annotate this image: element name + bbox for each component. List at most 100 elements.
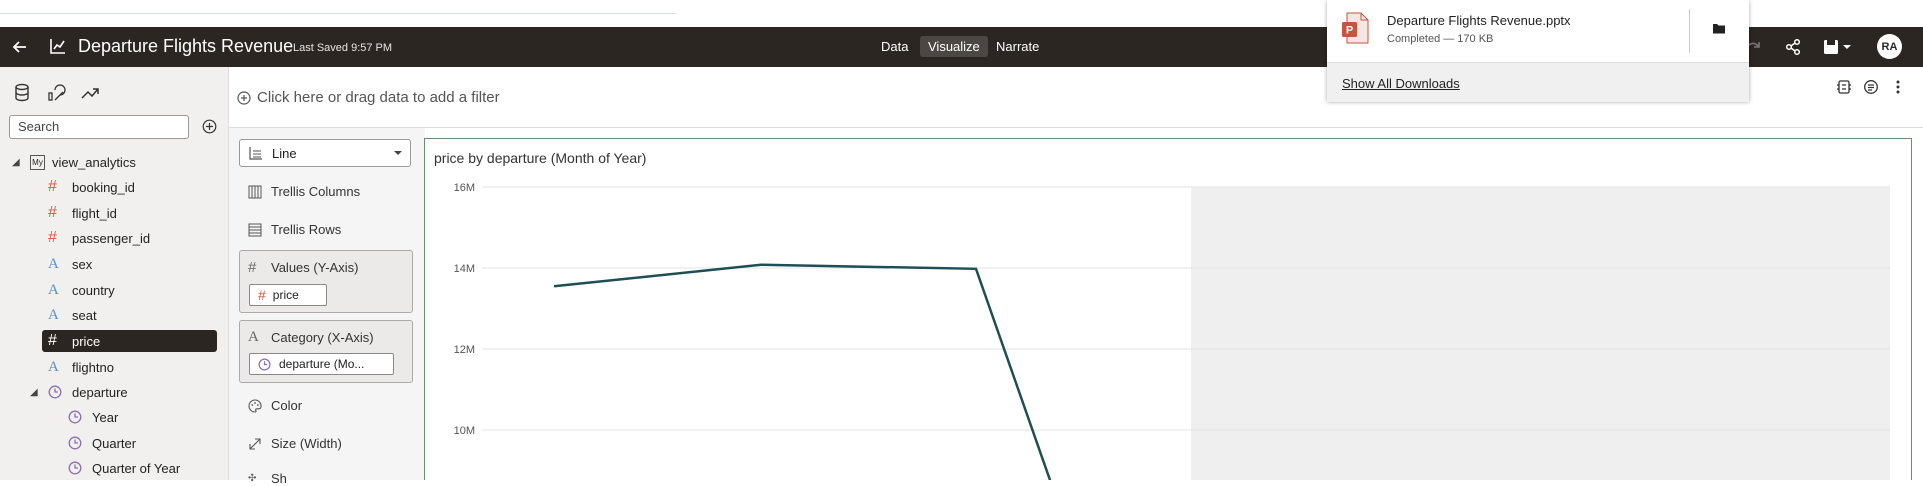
- clock-icon: [68, 461, 92, 475]
- pill-label: departure (Mo...: [279, 357, 365, 371]
- color-row[interactable]: Color: [248, 398, 302, 413]
- data-actions-icon[interactable]: [1836, 79, 1852, 95]
- y-tick-label: 12M: [454, 344, 475, 356]
- powerpoint-file-icon: P: [1342, 12, 1369, 44]
- y-tick-label: 14M: [454, 263, 475, 275]
- dataset-icon: My: [30, 154, 45, 170]
- clock-icon: [48, 385, 72, 399]
- departure-quarter[interactable]: Quarter: [68, 432, 136, 454]
- column-label: Quarter of Year: [92, 460, 181, 476]
- column-label: departure: [72, 384, 128, 400]
- attribute-icon: A: [248, 329, 259, 345]
- save-menu-icon[interactable]: [1821, 37, 1853, 57]
- column-booking-id[interactable]: # booking_id: [48, 176, 135, 198]
- filter-placeholder[interactable]: Click here or drag data to add a filter: [257, 89, 500, 106]
- column-label: flight_id: [72, 205, 117, 221]
- column-label: price: [72, 333, 101, 349]
- trellis-columns-label: Trellis Columns: [271, 184, 361, 199]
- measure-icon: #: [48, 332, 57, 349]
- y-tick-label: 10M: [454, 425, 475, 437]
- values-label: Values (Y-Axis): [271, 260, 359, 275]
- pill-label: price: [272, 288, 299, 302]
- size-row[interactable]: Size (Width): [248, 436, 342, 451]
- y-tick-label: 16M: [454, 182, 475, 194]
- svg-text:P: P: [1346, 25, 1353, 37]
- add-data-icon[interactable]: [202, 119, 217, 134]
- measure-icon: #: [248, 259, 257, 276]
- share-icon[interactable]: [1783, 37, 1803, 57]
- size-label: Size (Width): [271, 436, 342, 451]
- column-label: Quarter: [92, 435, 137, 451]
- trellis-columns-icon: [248, 185, 262, 198]
- tab-visualize[interactable]: Visualize: [920, 36, 988, 57]
- shape-icon: ✣: [248, 473, 257, 484]
- search-input[interactable]: Search: [9, 115, 189, 139]
- data-tab-icon[interactable]: [11, 82, 33, 104]
- column-label: sex: [72, 256, 93, 272]
- viz-type-select[interactable]: [239, 139, 411, 167]
- column-label: Year: [92, 409, 119, 425]
- more-options-icon[interactable]: [1892, 79, 1904, 95]
- palette-icon: [248, 398, 262, 413]
- trellis-columns-row[interactable]: Trellis Columns: [248, 184, 360, 199]
- workbook-title[interactable]: Departure Flights Revenue: [78, 36, 293, 57]
- attribute-icon: A: [48, 306, 59, 323]
- series-line[interactable]: [553, 263, 1058, 480]
- tab-data[interactable]: Data: [881, 39, 908, 54]
- attribute-icon: A: [48, 281, 59, 298]
- analytics-tab-icon[interactable]: [79, 82, 101, 104]
- last-saved-label: Last Saved 9:57 PM: [293, 42, 393, 54]
- column-seat[interactable]: A seat: [48, 304, 97, 326]
- column-label: passenger_id: [72, 230, 151, 246]
- column-passenger-id[interactable]: # passenger_id: [48, 227, 150, 249]
- download-status: Completed — 170 KB: [1387, 33, 1494, 45]
- dataset-item[interactable]: My view_analytics: [30, 151, 136, 173]
- dataset-name: view_analytics: [52, 154, 136, 170]
- folder-icon[interactable]: [1712, 21, 1726, 35]
- download-file-name[interactable]: Departure Flights Revenue.pptx: [1387, 13, 1571, 28]
- expand-caret-icon[interactable]: ◢: [12, 157, 20, 168]
- trellis-rows-label: Trellis Rows: [271, 222, 342, 237]
- comment-icon[interactable]: [1863, 79, 1879, 95]
- measure-icon: #: [48, 229, 57, 246]
- back-arrow-icon[interactable]: [10, 37, 30, 57]
- expand-caret-icon[interactable]: ◢: [30, 387, 38, 398]
- chevron-down-icon[interactable]: [393, 150, 403, 156]
- visualizations-tab-icon[interactable]: [45, 82, 67, 104]
- measure-icon: #: [48, 178, 57, 195]
- download-popup: P Departure Flights Revenue.pptx Complet…: [1327, 0, 1749, 102]
- values-row: # Values (Y-Axis): [248, 259, 358, 276]
- category-row: A Category (X-Axis): [248, 329, 374, 346]
- tab-narrate[interactable]: Narrate: [996, 39, 1039, 54]
- resize-icon: [249, 437, 261, 450]
- column-departure[interactable]: departure: [48, 381, 128, 403]
- user-avatar[interactable]: RA: [1877, 34, 1902, 59]
- color-label: Color: [271, 398, 303, 413]
- column-country[interactable]: A country: [48, 279, 115, 301]
- add-filter-icon[interactable]: [237, 91, 251, 105]
- column-flight-id[interactable]: # flight_id: [48, 202, 117, 224]
- divider: [1689, 9, 1690, 53]
- attribute-icon: A: [48, 255, 59, 272]
- strip-line: [0, 13, 676, 14]
- column-price[interactable]: # price: [42, 330, 217, 352]
- workbook-chart-icon: [50, 39, 65, 54]
- column-flightno[interactable]: A flightno: [48, 356, 114, 378]
- column-label: country: [72, 282, 115, 298]
- column-label: seat: [72, 307, 97, 323]
- departure-year[interactable]: Year: [68, 406, 118, 428]
- trellis-rows-row[interactable]: Trellis Rows: [248, 222, 341, 237]
- column-label: booking_id: [72, 179, 135, 195]
- shaded-region: [1191, 187, 1890, 480]
- departure-quarter-of-year[interactable]: Quarter of Year: [68, 457, 180, 479]
- show-all-downloads-link[interactable]: Show All Downloads: [1342, 76, 1460, 91]
- column-label: flightno: [72, 359, 114, 375]
- shape-row[interactable]: ✣ Sh: [248, 471, 287, 486]
- measure-icon: #: [258, 287, 266, 303]
- price-pill[interactable]: # price: [249, 284, 327, 306]
- clock-icon: [258, 358, 271, 370]
- column-sex[interactable]: A sex: [48, 253, 92, 275]
- departure-pill[interactable]: departure (Mo...: [249, 353, 394, 375]
- trellis-rows-icon: [248, 223, 262, 236]
- line-chart[interactable]: 16M 14M 12M 10M: [430, 175, 1900, 480]
